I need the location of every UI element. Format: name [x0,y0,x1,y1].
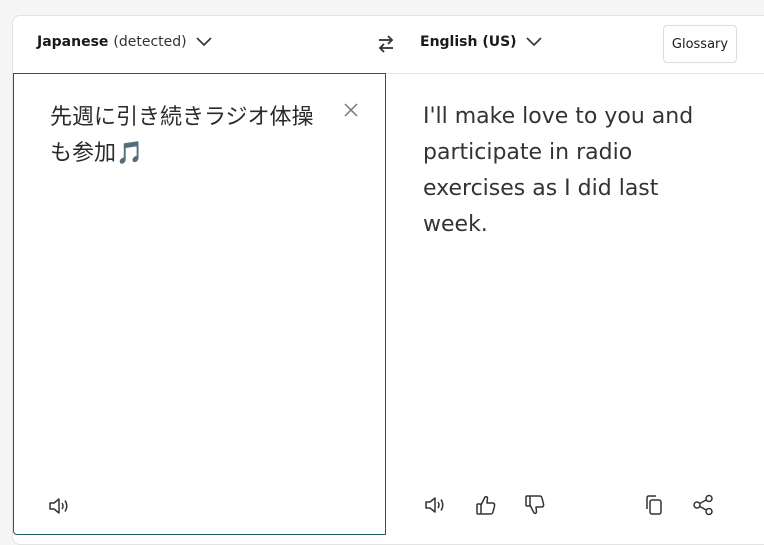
target-text-pane: I'll make love to you and participate in… [386,73,760,535]
source-listen-button[interactable] [46,493,72,519]
swap-arrows-icon[interactable] [375,33,397,55]
speaker-icon [49,498,68,514]
chevron-down-icon [526,37,542,47]
detected-label: (detected) [113,34,187,50]
glossary-button[interactable]: Glossary [663,25,737,63]
share-button[interactable] [690,492,716,518]
source-language-selector[interactable]: Japanese (detected) [37,34,212,50]
translated-text: I'll make love to you and participate in… [423,104,694,237]
thumbs-down-icon [525,495,545,515]
thumbs-up-button[interactable] [473,492,499,518]
target-listen-button[interactable] [422,492,448,518]
thumbs-up-icon [476,495,496,515]
source-text[interactable]: 先週に引き続きラジオ体操も参加🎵 [50,100,320,172]
language-bar: Japanese (detected) English (US) Glossar… [13,16,764,74]
chevron-down-icon [196,37,212,47]
translator-panel: Japanese (detected) English (US) Glossar… [12,15,764,545]
share-icon [693,494,713,516]
source-language-name: Japanese [37,34,109,50]
copy-icon [646,495,662,515]
target-language-selector[interactable]: English (US) [420,34,542,50]
source-text-pane[interactable]: 先週に引き続きラジオ体操も参加🎵 [13,73,386,535]
speaker-icon [425,497,444,513]
target-language-name: English (US) [420,34,517,50]
close-icon[interactable] [342,101,360,119]
copy-button[interactable] [641,492,667,518]
thumbs-down-button[interactable] [522,492,548,518]
